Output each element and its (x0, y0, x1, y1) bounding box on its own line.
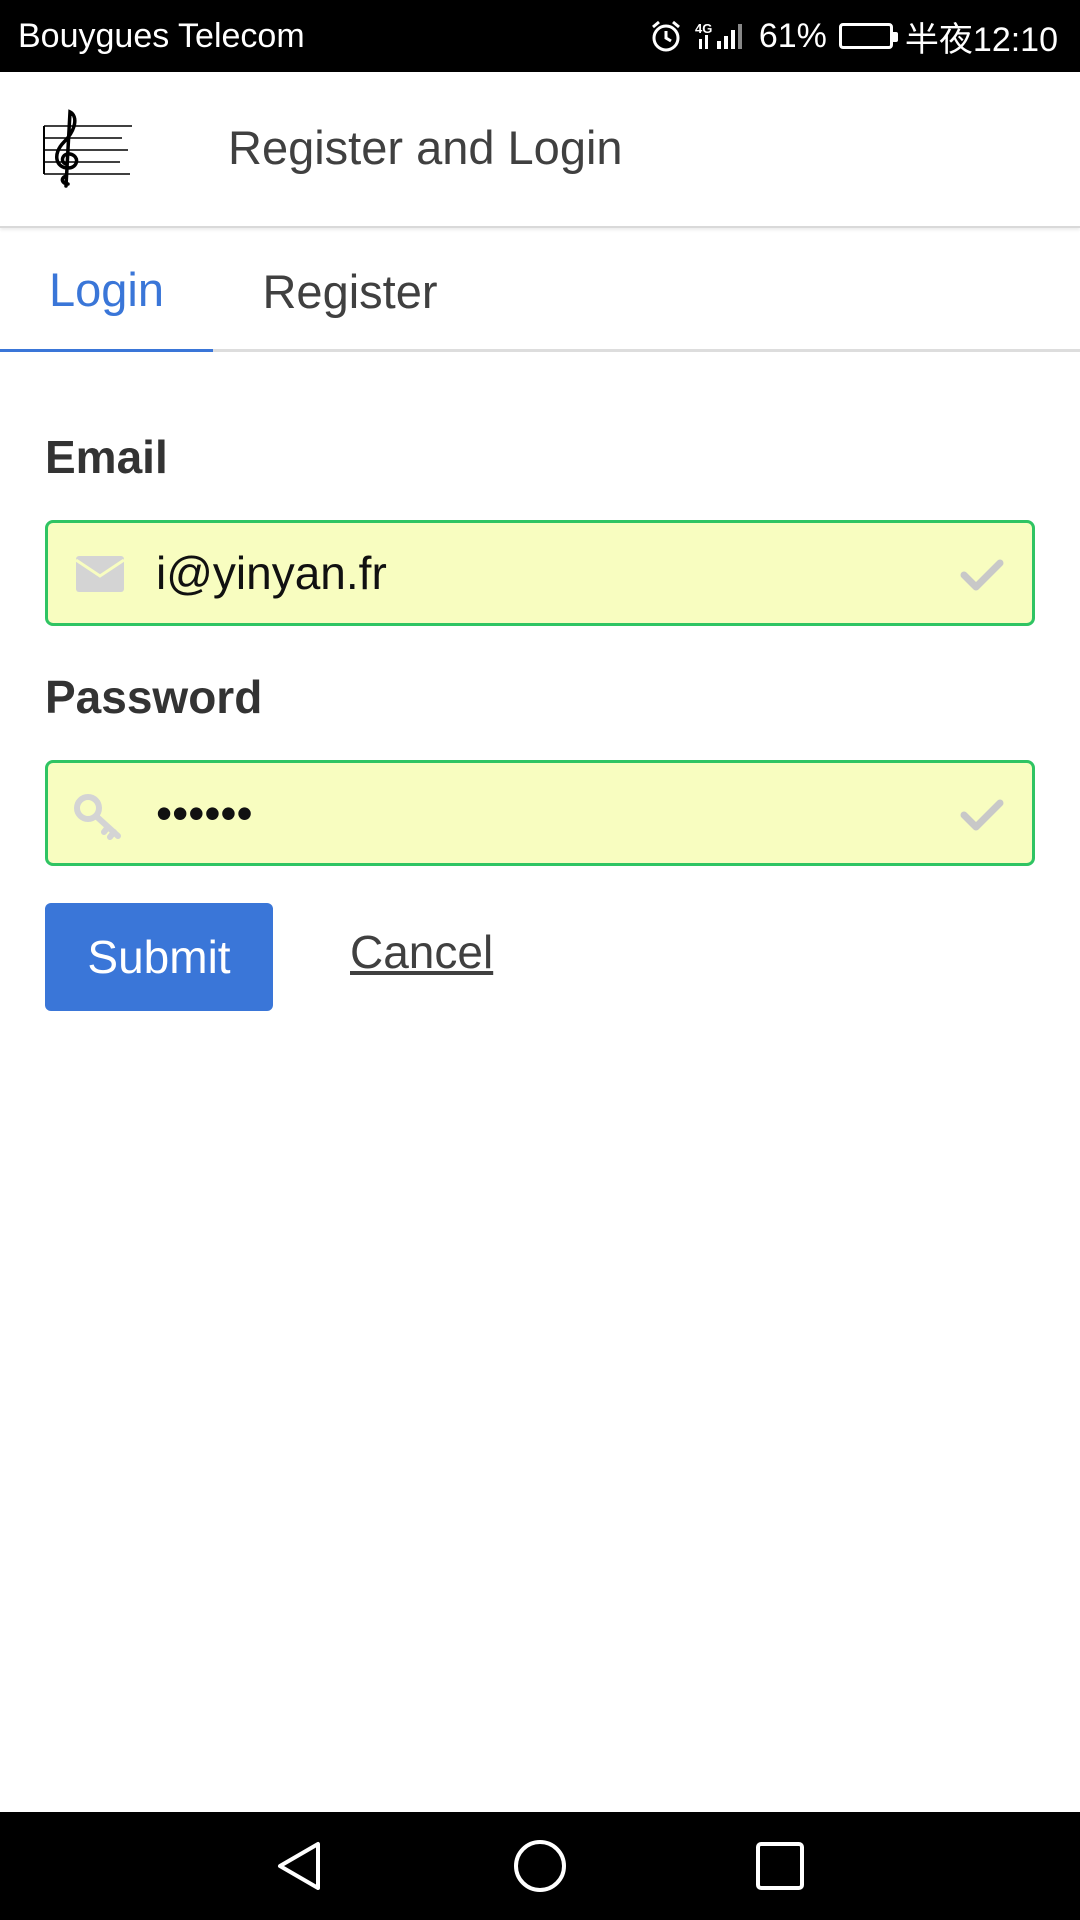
tab-bar: Login Register (0, 230, 1080, 352)
app-header: Register and Login (0, 72, 1080, 228)
home-circle-icon[interactable] (512, 1838, 568, 1894)
email-input[interactable] (156, 523, 956, 623)
email-label: Email (45, 431, 168, 483)
check-icon (960, 557, 1004, 593)
submit-button[interactable]: Submit (45, 903, 273, 1011)
password-field-wrapper (45, 760, 1035, 866)
envelope-icon (74, 552, 126, 596)
alarm-icon (649, 19, 683, 53)
network-type-label: 4G (695, 21, 712, 36)
carrier-name: Bouygues Telecom (18, 16, 305, 55)
signal-icon: 4G (695, 19, 747, 53)
battery-percent: 61% (758, 16, 827, 55)
clock: 半夜12:10 (904, 20, 1058, 59)
password-input[interactable] (156, 763, 956, 863)
email-field-wrapper (45, 520, 1035, 626)
page-title: Register and Login (228, 121, 623, 174)
battery-icon (838, 23, 898, 49)
key-icon (74, 792, 126, 840)
back-triangle-icon[interactable] (272, 1838, 328, 1894)
cancel-link[interactable]: Cancel (350, 925, 493, 979)
password-label: Password (45, 671, 263, 723)
status-indicators: 4G 61% 半夜12:10 (649, 12, 1058, 61)
check-icon (960, 797, 1004, 833)
system-nav-bar (0, 1812, 1080, 1920)
status-bar: Bouygues Telecom 4G 61% 半夜12:10 (0, 0, 1080, 72)
tab-register[interactable]: Register (213, 230, 487, 352)
recents-square-icon[interactable] (752, 1838, 808, 1894)
treble-clef-icon (42, 108, 134, 188)
tab-login[interactable]: Login (0, 230, 213, 352)
